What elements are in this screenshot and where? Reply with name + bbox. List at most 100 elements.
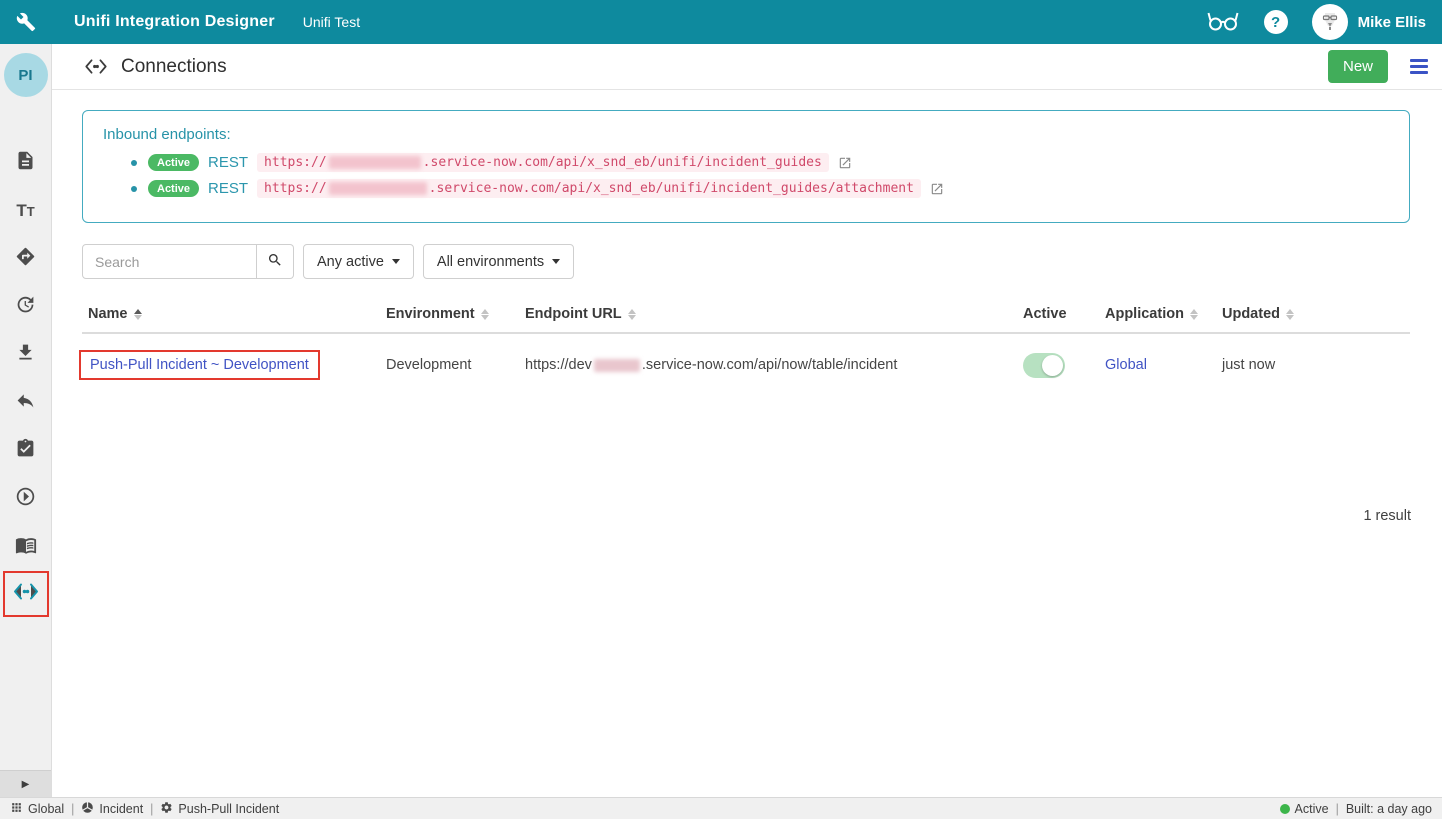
separator: | <box>1336 802 1339 816</box>
document-icon <box>15 150 36 176</box>
endpoint-item: Active REST https://.service-now.com/api… <box>131 153 1389 172</box>
sidebar-item-docs[interactable] <box>3 523 49 571</box>
undo-arrow-icon <box>15 390 36 416</box>
cell-endpoint-url: https://dev.service-now.com/api/now/tabl… <box>525 334 1023 396</box>
column-header-application[interactable]: Application <box>1105 297 1222 332</box>
highlight-box: Push-Pull Incident ~ Development <box>79 350 320 380</box>
user-name: Mike Ellis <box>1358 14 1426 31</box>
status-dot-icon <box>1280 804 1290 814</box>
column-header-name[interactable]: Name <box>88 297 386 332</box>
toggle-switch[interactable] <box>1023 353 1065 378</box>
sidebar: PI TT <box>0 44 52 797</box>
endpoint-item: Active REST https://.service-now.com/api… <box>131 179 1389 198</box>
built-timestamp: Built: a day ago <box>1346 802 1432 816</box>
new-button[interactable]: New <box>1328 50 1388 83</box>
table-row: Push-Pull Incident ~ Development Develop… <box>82 334 1410 396</box>
connections-table: Name Environment Endpoint URL Active App… <box>82 297 1410 396</box>
inbound-endpoints-panel: Inbound endpoints: Active REST https://.… <box>82 110 1410 223</box>
redacted-segment <box>329 156 421 169</box>
filter-bar: Any active All environments <box>82 244 1412 279</box>
redacted-segment <box>594 359 640 372</box>
sidebar-item-document[interactable] <box>3 139 49 187</box>
bullet-icon <box>131 160 137 166</box>
cell-active <box>1023 334 1105 396</box>
help-icon[interactable]: ? <box>1264 10 1288 34</box>
result-count: 1 result <box>52 508 1442 524</box>
active-filter-dropdown[interactable]: Any active <box>303 244 414 279</box>
guides-icon <box>15 246 36 272</box>
separator: | <box>150 802 153 816</box>
sort-icon <box>134 309 142 320</box>
search-input[interactable] <box>82 244 257 279</box>
workspace-avatar[interactable]: PI <box>4 53 48 97</box>
connections-icon <box>13 583 39 605</box>
status-badge: Active <box>148 180 199 197</box>
app-title: Unifi Integration Designer <box>74 13 275 31</box>
sidebar-item-history[interactable] <box>3 283 49 331</box>
user-menu[interactable]: Mike Ellis <box>1312 4 1426 40</box>
gear-icon <box>160 801 173 817</box>
endpoint-url: https://.service-now.com/api/x_snd_eb/un… <box>257 179 921 198</box>
sidebar-item-text-format[interactable]: TT <box>3 187 49 235</box>
search-button[interactable] <box>257 244 294 279</box>
sidebar-item-import[interactable] <box>3 331 49 379</box>
application-link[interactable]: Global <box>1105 357 1147 373</box>
caret-down-icon <box>552 259 560 264</box>
status-badge: Active <box>148 154 199 171</box>
protocol-label: REST <box>208 180 248 197</box>
sidebar-item-tasks[interactable] <box>3 427 49 475</box>
integration-item[interactable]: Incident <box>81 801 143 817</box>
sidebar-item-run[interactable] <box>3 475 49 523</box>
cell-name: Push-Pull Incident ~ Development <box>88 334 386 396</box>
scope-item[interactable]: Global <box>10 801 64 817</box>
book-icon <box>15 534 37 561</box>
cell-environment: Development <box>386 334 525 396</box>
caret-down-icon <box>392 259 400 264</box>
column-header-updated[interactable]: Updated <box>1222 297 1410 332</box>
sidebar-item-connections[interactable] <box>3 571 49 617</box>
main-content: Connections New Inbound endpoints: Activ… <box>52 44 1442 797</box>
environment-filter-dropdown[interactable]: All environments <box>423 244 574 279</box>
wrench-icon <box>0 12 52 32</box>
cell-application: Global <box>1105 334 1222 396</box>
sort-icon <box>1190 309 1198 320</box>
top-bar: Unifi Integration Designer Unifi Test ? <box>0 0 1442 44</box>
table-header: Name Environment Endpoint URL Active App… <box>82 297 1410 334</box>
column-header-endpoint-url[interactable]: Endpoint URL <box>525 297 1023 332</box>
integration-icon <box>81 801 94 817</box>
history-icon <box>15 294 36 320</box>
clipboard-check-icon <box>15 438 36 464</box>
page-title: Connections <box>121 56 227 78</box>
connections-icon <box>84 59 108 74</box>
protocol-label: REST <box>208 154 248 171</box>
status-bar: Global | Incident | Push-Pull Incident A… <box>0 797 1442 819</box>
glasses-icon[interactable] <box>1206 7 1240 38</box>
connection-link[interactable]: Push-Pull Incident ~ Development <box>90 357 309 373</box>
sidebar-collapse-button[interactable]: ▶ <box>0 770 51 797</box>
instance-name[interactable]: Unifi Test <box>303 14 360 30</box>
process-item[interactable]: Push-Pull Incident <box>160 801 279 817</box>
user-avatar <box>1312 4 1348 40</box>
endpoint-url: https://.service-now.com/api/x_snd_eb/un… <box>257 153 829 172</box>
cell-updated: just now <box>1222 334 1410 396</box>
search-icon <box>267 252 283 271</box>
redacted-segment <box>329 182 427 195</box>
build-status: Active <box>1280 802 1329 816</box>
collapse-arrow-icon: ▶ <box>22 779 30 790</box>
external-link-icon[interactable] <box>930 182 944 196</box>
sort-icon <box>481 309 489 320</box>
sidebar-item-guides[interactable] <box>3 235 49 283</box>
text-format-icon: TT <box>16 201 34 221</box>
hamburger-menu-icon[interactable] <box>1410 59 1428 74</box>
sort-icon <box>628 309 636 320</box>
panel-title: Inbound endpoints: <box>103 126 1389 143</box>
sidebar-item-revert[interactable] <box>3 379 49 427</box>
play-circle-icon <box>15 486 36 512</box>
bullet-icon <box>131 186 137 192</box>
sort-icon <box>1286 309 1294 320</box>
column-header-environment[interactable]: Environment <box>386 297 525 332</box>
column-header-active: Active <box>1023 297 1105 332</box>
apps-grid-icon <box>10 801 23 817</box>
separator: | <box>71 802 74 816</box>
external-link-icon[interactable] <box>838 156 852 170</box>
